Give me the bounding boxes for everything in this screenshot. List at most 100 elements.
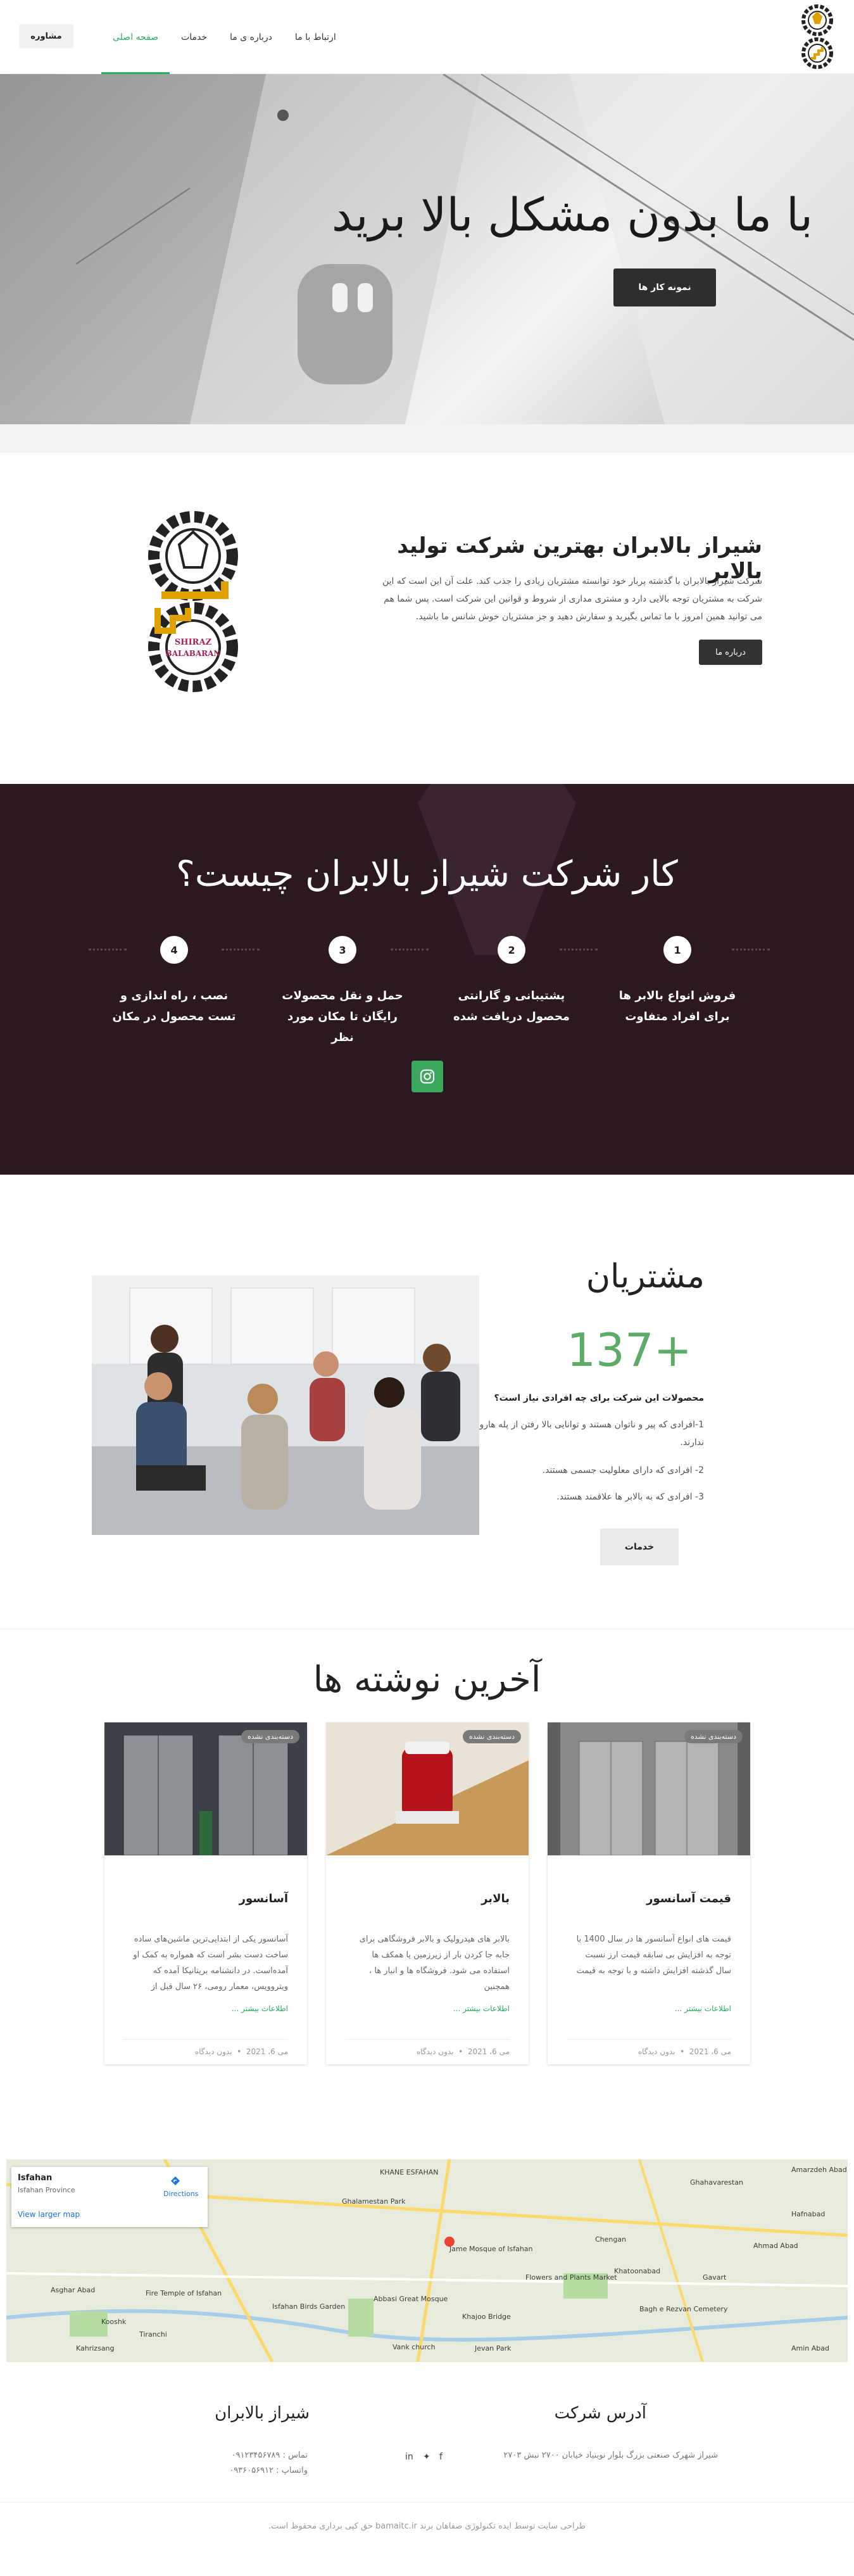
map-label: Hafnabad — [791, 2210, 826, 2218]
footer-address-title: آدرس شرکت — [554, 2404, 646, 2423]
customers-title: مشتریان — [586, 1258, 705, 1296]
map-label: Jevan Park — [475, 2344, 512, 2352]
company-logo-large: SHIRAZ BALABARAN — [142, 507, 244, 697]
step-number: 1 — [663, 936, 691, 964]
nav-about[interactable]: درباره ی ما — [218, 0, 284, 74]
services-section: کار شرکت شیراز بالابران چیست؟ 1 فروش انو… — [0, 784, 854, 1175]
step-number: 3 — [329, 936, 356, 964]
blog-title: آخرین نوشته ها — [313, 1659, 541, 1700]
map-label: Amin Abad — [791, 2344, 829, 2352]
facebook-icon[interactable]: f — [439, 2452, 443, 2462]
map-label: Vank church — [392, 2343, 436, 2351]
blog-card-read-more[interactable]: اطلاعات بیشتر ... — [675, 2004, 731, 2013]
footer-company-title: شیراز بالابران — [215, 2404, 310, 2423]
footer-phone: تماس : ۰۹۱۲۳۴۵۶۷۸۹ — [231, 2451, 308, 2460]
footer-divider — [0, 2502, 854, 2503]
google-map[interactable]: KHANE ESFAHAN Ghahavarestan Amarzdeh Aba… — [6, 2159, 848, 2362]
map-label: Chengan — [595, 2235, 627, 2244]
blog-card-title[interactable]: آسانسور — [239, 1892, 288, 1905]
nav-home[interactable]: صفحه اصلی — [101, 0, 170, 74]
company-logo-graphic: SHIRAZ BALABARAN — [148, 511, 238, 692]
services-button[interactable]: خدمات — [600, 1529, 679, 1565]
instagram-icon — [420, 1069, 435, 1084]
blog-card-title[interactable]: بالابر — [481, 1892, 510, 1905]
blog-card-image[interactable]: دسته‌بندی نشده — [548, 1722, 750, 1855]
map-label: Khatoonabad — [614, 2267, 661, 2275]
logo-text-shiraz: SHIRAZ — [175, 638, 212, 647]
map-label: Kooshk — [101, 2318, 127, 2326]
blog-card-date: می 6، 2021 — [689, 2047, 731, 2056]
logo-graphic — [801, 4, 833, 69]
footer-address: شیراز شهرک صنعتی بزرگ بلوار نوبنیاد خیاب… — [503, 2451, 718, 2460]
step-text: پشتیبانی و گارانتی محصول دریافت شده — [453, 989, 570, 1023]
hero-bottom-strip — [0, 424, 854, 453]
map-label: KHANE ESFAHAN — [380, 2168, 439, 2176]
blog-card-excerpt: قیمت های انواع آسانسور ها در سال 1400 با… — [576, 1935, 731, 1976]
map-label: Abbasi Great Mosque — [374, 2295, 448, 2303]
footer-whatsapp: واتساپ : ۰۹۳۶۰۵۶۹۱۲ — [229, 2466, 308, 2475]
map-label: Bagh e Rezvan Cemetery — [639, 2305, 728, 2313]
map-label: Asghar Abad — [51, 2286, 96, 2294]
hero-title: با ما بدون مشکل بالا برید — [331, 188, 813, 241]
nav-services[interactable]: خدمات — [170, 0, 218, 74]
customers-photo-graphic — [92, 1275, 479, 1535]
blog-card-image[interactable]: دسته‌بندی نشده — [326, 1722, 529, 1855]
about-text: شرکت شیراز بالابران با گذشته پربار خود ت… — [382, 576, 762, 622]
blog-card-read-more[interactable]: اطلاعات بیشتر ... — [232, 2004, 288, 2013]
consult-button[interactable]: مشاوره — [19, 24, 73, 48]
nav-contact[interactable]: ارتباط با ما — [284, 0, 348, 74]
instagram-button[interactable] — [411, 1061, 443, 1092]
customers-item: 1-افرادی که پیر و ناتوان هستند و توانایی… — [479, 1420, 704, 1448]
map-label: Kahrizsang — [76, 2344, 115, 2352]
directions-icon[interactable] — [170, 2176, 180, 2186]
map-label: Jame Mosque of Isfahan — [449, 2245, 533, 2253]
view-larger-map-link[interactable]: View larger map — [18, 2210, 80, 2219]
map-label: Fire Temple of Isfahan — [146, 2289, 222, 2297]
site-logo[interactable] — [800, 3, 835, 71]
blog-card[interactable]: دسته‌بندی نشده آسانسور آسانسور یکی از اب… — [104, 1722, 307, 2064]
map-label: Tiranchi — [139, 2330, 167, 2339]
blog-card-date: می 6، 2021 — [246, 2047, 288, 2056]
map-place-subtitle: Isfahan Province — [18, 2186, 75, 2194]
blog-card-read-more[interactable]: اطلاعات بیشتر ... — [453, 2004, 510, 2013]
blog-card-excerpt: بالابر های هیدرولیک و بالابر فروشگاهی بر… — [359, 1935, 510, 1992]
copyright-text: طراحی سایت توسط ایده تکنولوژی صفاهان برن… — [268, 2522, 586, 2531]
blog-card-meta: می 6، 2021 • بدون دیدگاه — [567, 2039, 731, 2056]
directions-link[interactable]: Directions — [163, 2190, 198, 2198]
customers-item: 2- افرادی که دارای معلولیت جسمی هستند. — [542, 1465, 704, 1475]
step-item: 3 حمل و نقل محصولات رایگان تا مکان مورد … — [276, 936, 409, 1048]
blog-card-date: می 6، 2021 — [467, 2047, 510, 2056]
blog-card-image[interactable]: دسته‌بندی نشده — [104, 1722, 307, 1855]
step-item: 2 پشتیبانی و گارانتی محصول دریافت شده — [445, 936, 578, 1027]
twitter-icon[interactable]: ✦ — [423, 2452, 430, 2462]
map-label: Flowers and Plants Market — [525, 2273, 617, 2282]
customers-count: +137 — [567, 1323, 692, 1377]
blog-card-title[interactable]: قیمت آسانسور — [646, 1892, 731, 1905]
blog-card-excerpt: آسانسور یکی از ابتدایی‌ترین ماشین‌های سا… — [133, 1935, 288, 1992]
about-us-button[interactable]: درباره ما — [699, 640, 762, 665]
map-info-card: Isfahan Isfahan Province Directions View… — [11, 2167, 208, 2227]
customers-question: محصولات این شرکت برای چه افرادی نیاز است… — [494, 1393, 705, 1403]
blog-card-category[interactable]: دسته‌بندی نشده — [241, 1730, 299, 1743]
step-number: 4 — [160, 936, 188, 964]
blog-card-comments: بدون دیدگاه — [194, 2047, 232, 2056]
step-text: فروش انواع بالابر ها برای افراد متفاوت — [619, 989, 736, 1023]
step-divider — [89, 949, 127, 951]
blog-card[interactable]: دسته‌بندی نشده قیمت آسانسور قیمت های انو… — [548, 1722, 750, 2064]
map-label: Khajoo Bridge — [462, 2313, 511, 2321]
blog-card-comments: بدون دیدگاه — [416, 2047, 454, 2056]
step-item: 4 نصب ، راه اندازی و تست محصول در مکان — [108, 936, 241, 1027]
blog-card[interactable]: دسته‌بندی نشده بالابر بالابر های هیدرولی… — [326, 1722, 529, 2064]
hero-background-image — [0, 74, 854, 424]
step-number: 2 — [498, 936, 525, 964]
portfolio-button[interactable]: نمونه کار ها — [613, 268, 716, 306]
customers-item: 3- افرادی که به بالابر ها علاقمند هستند. — [556, 1492, 704, 1502]
customers-photo — [92, 1275, 479, 1535]
blog-card-category[interactable]: دسته‌بندی نشده — [462, 1730, 521, 1743]
blog-card-category[interactable]: دسته‌بندی نشده — [684, 1730, 743, 1743]
map-label: Ghahavarestan — [690, 2178, 744, 2187]
hero-section: با ما بدون مشکل بالا برید نمونه کار ها — [0, 74, 854, 424]
map-label: Ahmad Abad — [753, 2242, 798, 2250]
blog-card-meta: می 6، 2021 • بدون دیدگاه — [345, 2039, 510, 2056]
linkedin-icon[interactable]: in — [405, 2452, 413, 2462]
